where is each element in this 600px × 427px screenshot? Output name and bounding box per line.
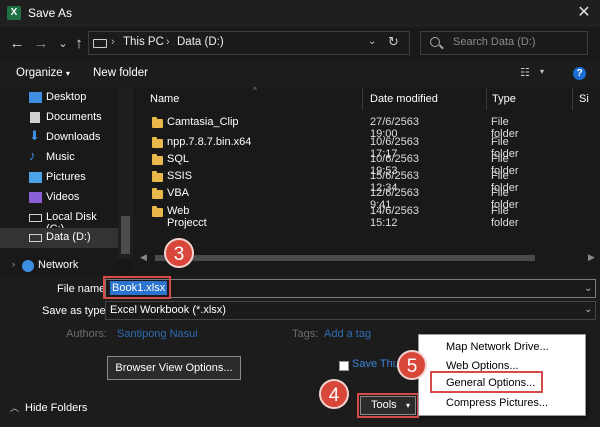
- drive-icon: [93, 39, 107, 48]
- music-icon: ♪: [29, 148, 36, 163]
- menu-item-compress-pictures[interactable]: Compress Pictures...: [446, 397, 548, 409]
- save-as-type-value: Excel Workbook (*.xlsx): [110, 304, 226, 316]
- tags-label: Tags:: [292, 328, 319, 340]
- chevron-up-icon[interactable]: ︿: [10, 401, 19, 414]
- save-thumbnail-checkbox[interactable]: [339, 361, 349, 371]
- scroll-left-icon[interactable]: ◀: [140, 252, 147, 263]
- column-divider[interactable]: [572, 88, 573, 110]
- file-name-label: File name:: [57, 283, 109, 295]
- sidebar-item-music[interactable]: ♪ Music: [0, 148, 118, 168]
- sidebar-scroll-thumb[interactable]: [121, 216, 130, 254]
- column-header-date-modified[interactable]: Date modified: [370, 93, 438, 105]
- authors-label: Authors:: [66, 328, 107, 340]
- browser-view-options-button[interactable]: Browser View Options...: [107, 356, 241, 380]
- view-options-icon[interactable]: ☷: [520, 68, 532, 79]
- hide-folders-button[interactable]: Hide Folders: [25, 402, 87, 414]
- command-bar: [0, 61, 600, 87]
- breadcrumb-data-d[interactable]: Data (D:): [177, 36, 224, 48]
- address-dropdown-icon[interactable]: ⌄: [368, 36, 376, 47]
- sidebar-scroll-corner: [118, 259, 133, 275]
- column-divider[interactable]: [362, 88, 363, 110]
- column-header-name[interactable]: Name: [150, 93, 179, 105]
- sidebar-item-desktop[interactable]: Desktop: [0, 88, 118, 108]
- view-dropdown-icon[interactable]: ▾: [540, 67, 544, 76]
- tools-highlight: [357, 393, 419, 418]
- back-arrow-icon[interactable]: ←: [8, 34, 26, 54]
- folder-icon: [152, 154, 163, 165]
- up-arrow-icon[interactable]: ↑: [70, 34, 88, 54]
- chevron-right-icon: ›: [12, 259, 15, 269]
- file-name-dropdown-icon[interactable]: ⌄: [584, 283, 592, 294]
- horizontal-scroll-thumb[interactable]: [155, 255, 535, 261]
- file-name-field[interactable]: [105, 279, 596, 298]
- title-bar: [0, 0, 600, 27]
- folder-icon: [152, 188, 163, 199]
- videos-icon: [29, 192, 42, 203]
- authors-value[interactable]: Santipong Nasui: [117, 328, 198, 340]
- breadcrumb-this-pc[interactable]: This PC: [123, 36, 164, 48]
- desktop-icon: [29, 92, 42, 103]
- pictures-icon: [29, 172, 42, 183]
- sidebar-item-data-d[interactable]: Data (D:): [0, 228, 118, 248]
- folder-icon: [152, 137, 163, 148]
- forward-arrow-icon[interactable]: →: [32, 34, 50, 54]
- drive-icon: [29, 234, 42, 242]
- documents-icon: [30, 112, 40, 123]
- tags-input[interactable]: Add a tag: [324, 328, 371, 340]
- search-icon: [430, 37, 440, 47]
- menu-item-map-network-drive[interactable]: Map Network Drive...: [446, 341, 549, 353]
- help-icon[interactable]: ?: [573, 67, 586, 80]
- close-icon[interactable]: ✕: [572, 3, 596, 23]
- sidebar-item-downloads[interactable]: ⬇ Downloads: [0, 128, 118, 148]
- folder-icon: [152, 117, 163, 128]
- folder-icon: [152, 206, 163, 217]
- column-header-size[interactable]: Si: [579, 93, 589, 105]
- downloads-icon: ⬇: [29, 128, 40, 143]
- step-badge-5: 5: [397, 350, 427, 380]
- column-divider[interactable]: [486, 88, 487, 110]
- sidebar-item-network[interactable]: › Network: [0, 256, 118, 276]
- save-as-type-label: Save as type:: [42, 305, 109, 317]
- save-as-type-dropdown-icon[interactable]: ⌄: [584, 304, 592, 315]
- scroll-right-icon[interactable]: ▶: [588, 252, 595, 263]
- general-options-highlight: [430, 371, 543, 393]
- drive-icon: [29, 214, 42, 222]
- column-header-type[interactable]: Type: [492, 93, 516, 105]
- refresh-icon[interactable]: ↻: [388, 34, 399, 50]
- organize-button[interactable]: Organize ▾: [16, 67, 70, 79]
- excel-icon: X: [7, 6, 21, 20]
- sidebar-item-documents[interactable]: Documents: [0, 108, 118, 128]
- sidebar-item-pictures[interactable]: Pictures: [0, 168, 118, 188]
- chevron-right-icon: ›: [166, 36, 170, 48]
- chevron-right-icon: ›: [111, 36, 115, 48]
- sidebar-item-videos[interactable]: Videos: [0, 188, 118, 208]
- folder-icon: [152, 171, 163, 182]
- step-badge-3: 3: [164, 238, 194, 268]
- step-badge-4: 4: [319, 379, 349, 409]
- file-name-highlight: [103, 276, 171, 299]
- new-folder-button[interactable]: New folder: [93, 67, 148, 79]
- network-icon: [22, 260, 34, 272]
- window-title: Save As: [28, 6, 73, 20]
- sidebar-item-local-disk-c[interactable]: Local Disk (C:): [0, 208, 118, 235]
- search-placeholder: Search Data (D:): [453, 36, 536, 48]
- sort-ascending-icon: ^: [253, 86, 257, 95]
